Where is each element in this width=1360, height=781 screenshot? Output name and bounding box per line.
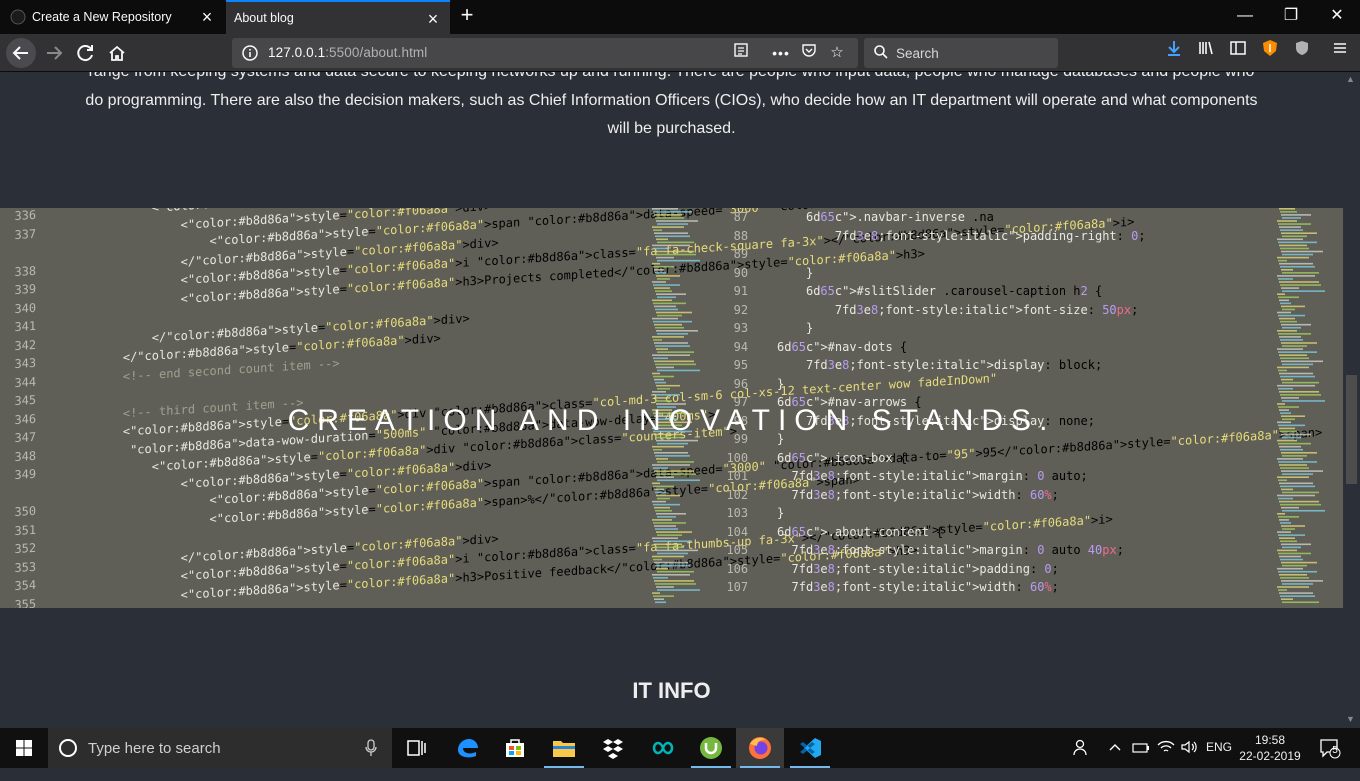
restore-icon[interactable]: ❐ <box>1268 0 1314 34</box>
home-icon <box>109 45 125 61</box>
taskbar-search-box[interactable]: Type here to search <box>48 728 392 768</box>
tab-create-repository[interactable]: Create a New Repository × <box>0 0 224 34</box>
dropbox-icon <box>603 739 623 759</box>
close-tab-icon[interactable]: × <box>198 8 216 26</box>
microphone-icon <box>365 739 377 756</box>
task-view-icon <box>407 740 426 756</box>
firefox-app[interactable] <box>736 728 784 768</box>
search-placeholder: Search <box>896 46 939 61</box>
page-content: range from keeping systems and data secu… <box>0 72 1343 728</box>
tab-title: About blog <box>234 11 294 25</box>
people-icon[interactable] <box>1072 738 1090 778</box>
section-title: IT INFO <box>632 678 711 703</box>
close-window-icon[interactable]: ✕ <box>1314 0 1360 34</box>
back-arrow-icon <box>12 46 28 60</box>
shield-icon[interactable] <box>1288 39 1316 67</box>
show-hidden-icons-icon[interactable] <box>1108 740 1122 780</box>
browser-tab-bar: Create a New Repository × About blog × +… <box>0 0 1360 34</box>
search-icon <box>873 44 889 60</box>
url-text: 127.0.0.1:5500/about.html <box>268 45 428 60</box>
search-bar[interactable]: Search <box>864 38 1058 68</box>
forward-arrow-icon <box>47 46 63 60</box>
arduino-app[interactable] <box>638 728 686 768</box>
edge-app[interactable] <box>443 728 491 768</box>
page-info-icon[interactable] <box>242 45 258 61</box>
dropbox-app[interactable] <box>589 728 637 768</box>
hero-banner: 336 <"color:#b8d86a">style="color:#f06a8… <box>0 208 1343 608</box>
clock-date: 22-02-2019 <box>1239 749 1301 763</box>
volume-icon[interactable] <box>1180 739 1200 779</box>
folder-icon <box>553 741 575 757</box>
taskbar-search-placeholder: Type here to search <box>88 740 221 757</box>
scroll-up-icon[interactable]: ▲ <box>1346 74 1355 84</box>
infinity-icon <box>652 741 674 755</box>
reload-button[interactable] <box>72 39 100 67</box>
notification-count: 5 <box>1332 745 1338 756</box>
new-tab-icon[interactable]: + <box>455 4 479 28</box>
minimize-icon[interactable]: — <box>1222 0 1268 34</box>
github-icon <box>10 9 26 25</box>
back-button[interactable] <box>6 38 36 68</box>
firefox-icon <box>749 737 771 759</box>
store-icon <box>506 739 524 757</box>
bookmark-star-icon[interactable]: ☆ <box>826 42 848 64</box>
vscode-icon <box>800 738 821 758</box>
windows-logo-icon <box>16 740 32 756</box>
store-app[interactable] <box>491 728 539 768</box>
vscode-app[interactable] <box>786 728 834 768</box>
menu-icon[interactable] <box>1326 39 1354 67</box>
start-button[interactable] <box>0 728 48 768</box>
edge-icon <box>458 739 478 758</box>
tab-about-blog[interactable]: About blog × <box>226 0 450 34</box>
downloads-icon[interactable] <box>1160 39 1188 67</box>
utorrent-icon <box>700 737 722 759</box>
tab-title: Create a New Repository <box>32 10 172 24</box>
reader-view-icon[interactable] <box>730 42 752 64</box>
page-actions-icon[interactable]: ••• <box>770 42 792 64</box>
home-button[interactable] <box>103 39 131 67</box>
wifi-icon[interactable] <box>1156 739 1176 779</box>
page-scrollbar[interactable]: ▲ ▼ <box>1343 72 1360 728</box>
browser-nav-bar: 127.0.0.1:5500/about.html ••• ☆ Search <box>0 34 1360 72</box>
battery-icon[interactable] <box>1132 741 1150 781</box>
scrollbar-thumb[interactable] <box>1346 375 1357 484</box>
file-explorer-app[interactable] <box>540 728 588 768</box>
windows-taskbar: Type here to search ENG 19:58 22-02-2019… <box>0 728 1360 768</box>
url-bar[interactable]: 127.0.0.1:5500/about.html ••• ☆ <box>232 38 858 68</box>
task-view-button[interactable] <box>392 728 440 768</box>
brave-lion-icon[interactable] <box>1256 39 1284 67</box>
cortana-icon <box>59 739 77 757</box>
close-tab-icon[interactable]: × <box>424 10 442 28</box>
intro-paragraph: range from keeping systems and data secu… <box>85 72 1258 137</box>
sidebar-icon[interactable] <box>1224 39 1252 67</box>
hero-title: CREATION AND INOVATION STANDS. <box>287 404 1056 437</box>
reload-icon <box>77 45 93 62</box>
scroll-down-icon[interactable]: ▼ <box>1346 714 1355 724</box>
language-indicator[interactable]: ENG <box>1206 740 1232 780</box>
pocket-icon[interactable] <box>798 42 820 64</box>
taskbar-clock[interactable]: 19:58 22-02-2019 <box>1238 732 1302 764</box>
clock-time: 19:58 <box>1254 733 1286 747</box>
utorrent-app[interactable] <box>687 728 735 768</box>
library-icon[interactable] <box>1192 39 1220 67</box>
action-center-icon[interactable]: 5 <box>1318 736 1342 776</box>
forward-button[interactable] <box>40 39 68 67</box>
